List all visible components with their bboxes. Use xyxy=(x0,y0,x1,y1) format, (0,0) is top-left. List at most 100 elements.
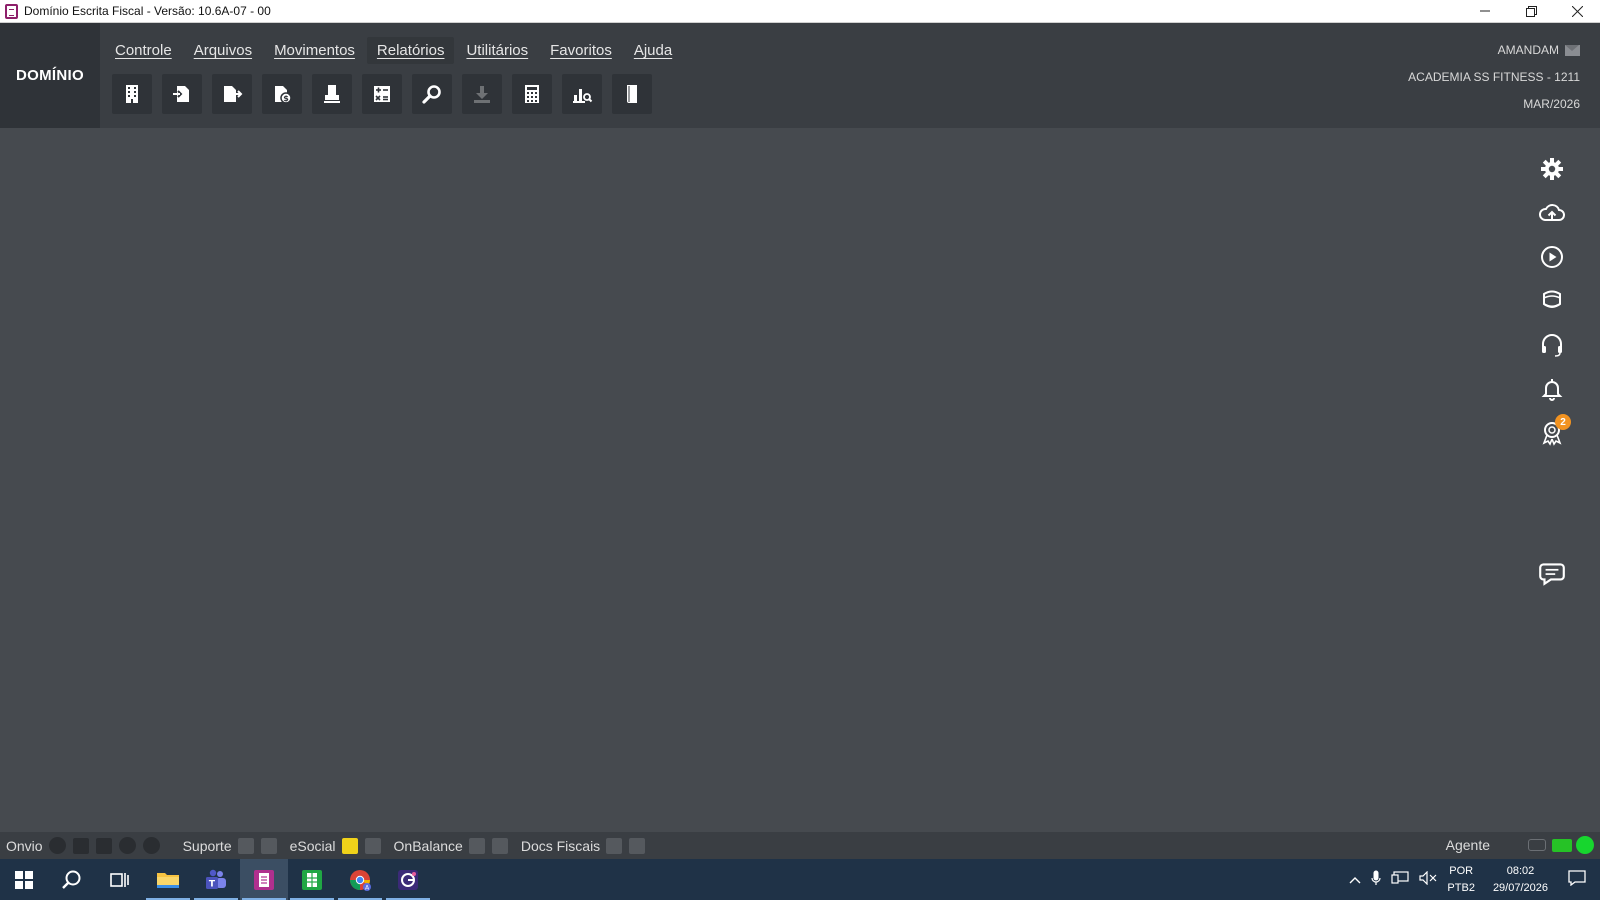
brand-logo: DOMÍNIO xyxy=(0,23,100,128)
toolbar-button-consulta[interactable] xyxy=(412,74,452,114)
onvio-doc-icon[interactable] xyxy=(72,837,89,854)
close-button[interactable] xyxy=(1554,0,1600,22)
menu-ajuda[interactable]: Ajuda xyxy=(624,37,682,64)
onbalance-mail-icon[interactable] xyxy=(468,837,485,854)
suporte-add-icon[interactable] xyxy=(237,837,254,854)
clock[interactable]: 08:02 29/07/2026 xyxy=(1493,863,1548,897)
building-icon xyxy=(126,85,138,103)
side-toolbar: 2 xyxy=(1535,152,1571,460)
onvio-list-icon[interactable] xyxy=(95,837,112,854)
volume-muted-icon[interactable] xyxy=(1419,870,1437,888)
task-view-icon xyxy=(110,872,129,887)
input-language[interactable]: POR PTB2 xyxy=(1447,863,1475,897)
toolbar-button-impressao[interactable] xyxy=(312,74,352,114)
status-bar: Onvio Suporte eSocial OnBalance Docs Fis… xyxy=(0,832,1600,859)
agent-status xyxy=(1528,836,1594,854)
chevron-up-icon[interactable] xyxy=(1349,872,1361,887)
task-view-button[interactable] xyxy=(96,859,144,900)
notification-center-icon[interactable] xyxy=(1568,870,1586,889)
restore-button[interactable] xyxy=(1508,0,1554,22)
taskbar-dominio[interactable] xyxy=(240,859,288,900)
toolbar-button-entradas[interactable] xyxy=(162,74,202,114)
toolbar-button-calculadora[interactable] xyxy=(512,74,552,114)
keyboard-layout: PTB2 xyxy=(1447,881,1475,894)
graduation-icon xyxy=(1543,290,1561,308)
taskbar-chrome[interactable]: A xyxy=(336,859,384,900)
docs-printer-icon[interactable] xyxy=(629,837,646,854)
suporte-doc-icon[interactable] xyxy=(260,837,277,854)
company-name[interactable]: ACADEMIA SS FITNESS - 1211 xyxy=(1408,64,1580,91)
taskbar-app-g[interactable] xyxy=(384,859,432,900)
search-icon xyxy=(422,85,441,104)
user-info: AMANDAM ACADEMIA SS FITNESS - 1211 MAR/2… xyxy=(1408,37,1580,118)
taskbar-file-explorer[interactable] xyxy=(144,859,192,900)
toolbar-button-importacao[interactable] xyxy=(462,74,502,114)
cloud-upload-icon xyxy=(1539,204,1565,221)
close-icon xyxy=(1571,5,1583,17)
esocial-doc-icon[interactable] xyxy=(364,837,381,854)
minimize-button[interactable] xyxy=(1462,0,1508,22)
support-button[interactable] xyxy=(1535,328,1569,362)
teams-icon: T xyxy=(206,869,226,889)
mail-icon[interactable] xyxy=(1565,45,1580,56)
svg-text:T: T xyxy=(209,879,216,889)
status-onbalance-label[interactable]: OnBalance xyxy=(394,838,463,854)
chat-button[interactable] xyxy=(1535,556,1569,590)
taskbar-search-button[interactable] xyxy=(48,859,96,900)
clock-time: 08:02 xyxy=(1506,864,1535,877)
competence-period[interactable]: MAR/2026 xyxy=(1408,91,1580,118)
achievements-badge: 2 xyxy=(1555,414,1571,430)
status-agente-label[interactable]: Agente xyxy=(1446,837,1490,853)
printer-stamp-icon xyxy=(324,85,340,103)
achievements-button[interactable]: 2 xyxy=(1535,414,1571,450)
microphone-icon[interactable] xyxy=(1371,870,1382,889)
toolbar-button-servicos[interactable]: $ xyxy=(262,74,302,114)
cloud-upload-button[interactable] xyxy=(1535,196,1569,230)
notifications-button[interactable] xyxy=(1535,372,1569,406)
onvio-circle2-icon[interactable] xyxy=(142,837,160,854)
toolbar-button-apuracao[interactable] xyxy=(362,74,402,114)
minimize-icon xyxy=(1480,10,1490,12)
link-icon xyxy=(1528,839,1546,851)
status-docs-fiscais-label[interactable]: Docs Fiscais xyxy=(521,838,600,854)
menu-controle[interactable]: Controle xyxy=(105,37,182,64)
status-suporte-label[interactable]: Suporte xyxy=(183,838,232,854)
menu-arquivos[interactable]: Arquivos xyxy=(184,37,262,64)
menu-relatorios[interactable]: Relatórios xyxy=(366,37,455,64)
taskbar-teams[interactable]: T xyxy=(192,859,240,900)
video-button[interactable] xyxy=(1535,240,1569,274)
training-button[interactable] xyxy=(1535,284,1569,318)
download-icon xyxy=(474,86,490,103)
dominio-app-icon xyxy=(254,869,274,890)
status-onvio-label[interactable]: Onvio xyxy=(6,838,43,854)
network-icon[interactable] xyxy=(1391,871,1410,888)
document-in-icon xyxy=(173,86,189,102)
windows-icon xyxy=(15,870,33,889)
menu-movimentos[interactable]: Movimentos xyxy=(264,37,365,64)
taskbar-sheets[interactable] xyxy=(288,859,336,900)
toolbar-button-livros[interactable] xyxy=(612,74,652,114)
chart-search-icon xyxy=(573,89,593,103)
chrome-icon: A xyxy=(349,869,371,891)
bell-icon xyxy=(1541,379,1563,401)
toolbar-button-saidas[interactable] xyxy=(212,74,252,114)
calculator-icon xyxy=(525,85,539,103)
restore-icon xyxy=(1525,5,1537,17)
spreadsheet-icon xyxy=(302,869,322,890)
menu-utilitarios[interactable]: Utilitários xyxy=(456,37,538,64)
document-money-icon: $ xyxy=(275,86,292,104)
esocial-chart-icon[interactable] xyxy=(341,837,358,854)
onvio-circle-icon[interactable] xyxy=(118,837,136,854)
settings-button[interactable] xyxy=(1535,152,1569,186)
gear-icon xyxy=(1541,158,1563,180)
toolbar-button-analise[interactable] xyxy=(562,74,602,114)
onbalance-download-icon[interactable] xyxy=(491,837,508,854)
start-button[interactable] xyxy=(0,859,48,900)
onvio-play-icon[interactable] xyxy=(48,837,66,854)
menu-favoritos[interactable]: Favoritos xyxy=(540,37,622,64)
toolbar-button-empresas[interactable] xyxy=(112,74,152,114)
app-icon xyxy=(5,3,18,19)
status-esocial-label[interactable]: eSocial xyxy=(290,838,336,854)
svg-text:$: $ xyxy=(283,94,289,103)
docs-chat-icon[interactable] xyxy=(606,837,623,854)
